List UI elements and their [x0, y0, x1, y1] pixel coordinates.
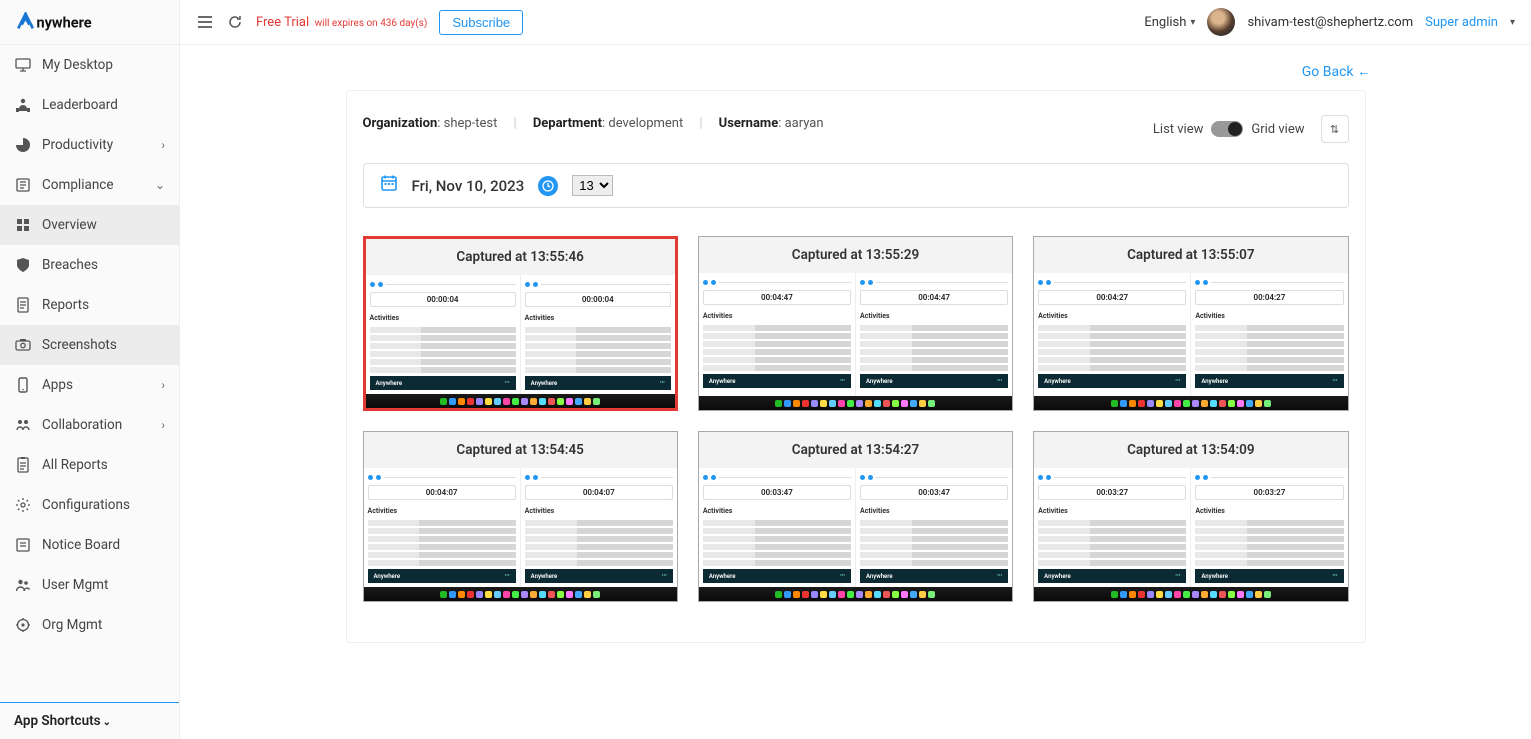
screenshot-panel: Organization: shep-test | Department: de… [346, 90, 1366, 643]
grid-view-label: Grid view [1251, 122, 1304, 137]
sidebar-item-collaboration[interactable]: Collaboration › [0, 405, 179, 445]
main: Free Trial will expires on 436 day(s) Su… [180, 0, 1531, 739]
list-view-label: List view [1153, 122, 1203, 137]
view-toggle[interactable] [1211, 121, 1243, 137]
notice-icon [14, 536, 32, 554]
sidebar-item-label: Reports [42, 297, 89, 313]
chevron-icon: › [161, 418, 165, 432]
sidebar-item-user-mgmt[interactable]: User Mgmt [0, 565, 179, 605]
user-role: Super admin [1425, 15, 1498, 30]
phone-icon [14, 376, 32, 394]
screenshot-thumb: 00:00:04 Activities Anywhere••• 00:00:04… [366, 275, 675, 408]
refresh-icon[interactable] [226, 13, 244, 31]
sidebar-item-label: All Reports [42, 457, 108, 473]
card-title: Captured at 13:55:29 [699, 237, 1012, 273]
trial-expiry: will expires on 436 day(s) [315, 18, 428, 29]
calendar-icon[interactable] [380, 174, 398, 197]
sidebar-item-apps[interactable]: Apps › [0, 365, 179, 405]
sidebar-item-label: Apps [42, 377, 73, 393]
hamburger-icon[interactable] [196, 13, 214, 31]
hour-select[interactable]: 13 [572, 175, 613, 196]
sidebar-item-label: Compliance [42, 177, 114, 193]
sidebar-item-compliance[interactable]: Compliance ⌄ [0, 165, 179, 205]
breadcrumb: Organization: shep-test | Department: de… [363, 115, 824, 131]
app-shortcuts[interactable]: App Shortcuts⌄ [0, 702, 179, 739]
screenshot-card[interactable]: Captured at 13:55:29 00:04:47 Activities… [698, 236, 1013, 411]
sidebar-item-breaches[interactable]: Breaches [0, 245, 179, 285]
chevron-icon: ⌄ [155, 178, 165, 192]
sidebar-item-leaderboard[interactable]: Leaderboard [0, 85, 179, 125]
pie-icon [14, 136, 32, 154]
sidebar-item-label: Notice Board [42, 537, 120, 553]
sidebar-item-my-desktop[interactable]: My Desktop [0, 45, 179, 85]
grid-icon [14, 216, 32, 234]
leaderboard-icon [14, 96, 32, 114]
sidebar-item-configurations[interactable]: Configurations [0, 485, 179, 525]
user-menu-caret[interactable]: ▾ [1510, 17, 1515, 28]
screenshot-card[interactable]: Captured at 13:54:09 00:03:27 Activities… [1033, 431, 1348, 602]
screenshot-card[interactable]: Captured at 13:54:27 00:03:47 Activities… [698, 431, 1013, 602]
sidebar-item-org-mgmt[interactable]: Org Mgmt [0, 605, 179, 645]
sidebar-item-label: Configurations [42, 497, 130, 513]
sidebar-item-label: Collaboration [42, 417, 122, 433]
screenshot-thumb: 00:04:27 Activities Anywhere••• 00:04:27… [1034, 273, 1347, 410]
card-title: Captured at 13:55:07 [1034, 237, 1347, 273]
sidebar-item-label: Screenshots [42, 337, 117, 353]
sort-button[interactable]: ⇅ [1321, 115, 1349, 143]
card-title: Captured at 13:55:46 [366, 239, 675, 275]
avatar[interactable] [1207, 8, 1235, 36]
desktop-icon [14, 56, 32, 74]
svg-text:nywhere: nywhere [36, 14, 91, 31]
date-bar: Fri, Nov 10, 2023 13 [363, 163, 1349, 208]
sidebar-item-all-reports[interactable]: All Reports [0, 445, 179, 485]
sidebar-item-label: Productivity [42, 137, 113, 153]
collab-icon [14, 416, 32, 434]
screenshot-grid: Captured at 13:55:46 00:00:04 Activities… [363, 236, 1349, 602]
screenshot-card[interactable]: Captured at 13:55:46 00:00:04 Activities… [363, 236, 678, 411]
screenshot-card[interactable]: Captured at 13:55:07 00:04:27 Activities… [1033, 236, 1348, 411]
card-title: Captured at 13:54:45 [364, 432, 677, 468]
sidebar-item-label: Leaderboard [42, 97, 118, 113]
users-icon [14, 576, 32, 594]
content: Go Back ← Organization: shep-test | Depa… [180, 45, 1531, 739]
clock-icon[interactable] [538, 176, 558, 196]
sidebar-item-screenshots[interactable]: Screenshots [0, 325, 179, 365]
screenshot-thumb: 00:03:47 Activities Anywhere••• 00:03:47… [699, 468, 1012, 601]
screenshot-card[interactable]: Captured at 13:54:45 00:04:07 Activities… [363, 431, 678, 602]
card-title: Captured at 13:54:27 [699, 432, 1012, 468]
sidebar-item-label: Org Mgmt [42, 617, 102, 633]
sidebar-item-label: Breaches [42, 257, 98, 273]
orgmgmt-icon [14, 616, 32, 634]
sidebar-item-label: User Mgmt [42, 577, 108, 593]
screenshot-thumb: 00:03:27 Activities Anywhere••• 00:03:27… [1034, 468, 1347, 601]
logo: nywhere [0, 0, 179, 45]
chevron-icon: › [161, 138, 165, 152]
sidebar-item-reports[interactable]: Reports [0, 285, 179, 325]
user-email: shivam-test@shephertz.com [1247, 15, 1413, 30]
screenshot-icon [14, 336, 32, 354]
gear-icon [14, 496, 32, 514]
sidebar-item-productivity[interactable]: Productivity › [0, 125, 179, 165]
sidebar-item-overview[interactable]: Overview [0, 205, 179, 245]
chevron-icon: › [161, 378, 165, 392]
sidebar-item-label: Overview [42, 217, 97, 233]
trial-label: Free Trial [256, 15, 309, 30]
sidebar-item-notice-board[interactable]: Notice Board [0, 525, 179, 565]
sidebar-item-label: My Desktop [42, 57, 113, 73]
compliance-icon [14, 176, 32, 194]
go-back-link[interactable]: Go Back ← [220, 59, 1491, 90]
language-selector[interactable]: English ▾ [1144, 15, 1195, 30]
reports-icon [14, 296, 32, 314]
screenshot-thumb: 00:04:47 Activities Anywhere••• 00:04:47… [699, 273, 1012, 410]
topbar: Free Trial will expires on 436 day(s) Su… [180, 0, 1531, 45]
sidebar: nywhere My Desktop Leaderboard Productivit… [0, 0, 180, 739]
card-title: Captured at 13:54:09 [1034, 432, 1347, 468]
subscribe-button[interactable]: Subscribe [439, 10, 523, 35]
shield-icon [14, 256, 32, 274]
selected-date[interactable]: Fri, Nov 10, 2023 [412, 177, 525, 195]
screenshot-thumb: 00:04:07 Activities Anywhere••• 00:04:07… [364, 468, 677, 601]
allreports-icon [14, 456, 32, 474]
